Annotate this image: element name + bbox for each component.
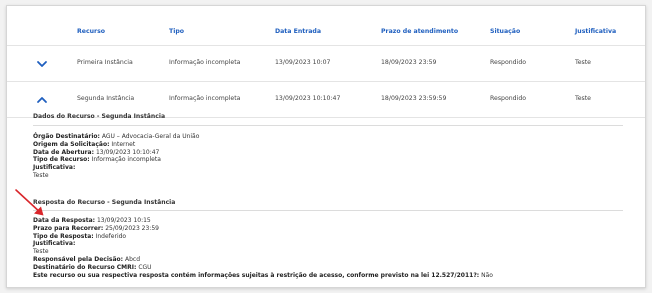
destinatario-label: Destinatário do Recurso CMRI: — [33, 263, 137, 271]
cell-recurso: Primeira Instância — [77, 59, 133, 66]
col-header-situacao[interactable]: Situação — [490, 28, 520, 35]
divider — [33, 125, 623, 126]
origem-value: Internet — [111, 140, 136, 148]
cell-justificativa: Teste — [575, 59, 591, 66]
cell-tipo: Informação incompleta — [169, 95, 241, 102]
tipo-recurso-value: Informação incompleta — [91, 156, 161, 164]
justificativa-value: Teste — [33, 171, 49, 179]
abertura-label: Data de Abertura: — [33, 148, 95, 156]
tipo-resposta-label: Tipo de Resposta: — [33, 232, 94, 240]
recursos-panel: Recurso Tipo Data Entrada Prazo de atend… — [6, 5, 646, 288]
cell-situacao: Respondido — [490, 95, 527, 102]
cell-justificativa: Teste — [575, 95, 591, 102]
justificativa-label: Justificativa: — [33, 164, 76, 172]
col-header-justificativa[interactable]: Justificativa — [575, 28, 616, 35]
data-resposta-label: Data da Resposta: — [33, 217, 96, 224]
resposta-justificativa-label: Justificativa: — [33, 240, 76, 248]
responsavel-value: Abcd — [124, 255, 141, 263]
table-row[interactable]: Primeira Instância Informação incompleta… — [7, 46, 645, 82]
dados-fields: Órgão Destinatário: AGU – Advocacia-Gera… — [33, 133, 199, 180]
resposta-justificativa-value: Teste — [33, 248, 49, 256]
destinatario-value: CGU — [138, 263, 152, 271]
cell-situacao: Respondido — [490, 59, 527, 66]
restricao-value: Não — [481, 271, 493, 279]
dados-title: Dados do Recurso - Segunda Instância — [33, 113, 166, 120]
orgao-label: Órgão Destinatário: — [33, 133, 100, 140]
chevron-down-icon[interactable] — [35, 56, 49, 70]
abertura-value: 13/09/2023 10:10:47 — [95, 148, 160, 156]
cell-data-entrada: 13/09/2023 10:10:47 — [275, 95, 341, 102]
origem-label: Origem da Solicitação: — [33, 140, 110, 148]
divider — [33, 210, 623, 211]
cell-recurso: Segunda Instância — [77, 95, 135, 102]
col-header-prazo[interactable]: Prazo de atendimento — [381, 28, 458, 35]
responsavel-label: Responsável pela Decisão: — [33, 255, 124, 263]
chevron-up-icon[interactable] — [35, 92, 49, 106]
prazo-recorrer-value: 25/09/2023 23:59 — [105, 224, 159, 232]
tipo-recurso-label: Tipo de Recurso: — [33, 156, 90, 164]
cell-tipo: Informação incompleta — [169, 59, 241, 66]
cell-prazo: 18/09/2023 23:59 — [381, 59, 437, 66]
col-header-recurso[interactable]: Recurso — [77, 28, 105, 35]
resposta-section: Resposta do Recurso - Segunda Instância — [33, 199, 175, 207]
tipo-resposta-value: Indeferido — [95, 232, 127, 240]
resposta-fields: Data da Resposta: 13/09/2023 10:15 Prazo… — [33, 217, 493, 279]
dados-section: Dados do Recurso - Segunda Instância — [33, 113, 165, 121]
restricao-label: Este recurso ou sua respectiva resposta … — [33, 271, 480, 279]
data-resposta-value: 13/09/2023 10:15 — [96, 217, 151, 224]
col-header-data-entrada[interactable]: Data Entrada — [275, 28, 321, 35]
cell-data-entrada: 13/09/2023 10:07 — [275, 59, 331, 66]
orgao-value: AGU – Advocacia-Geral da União — [101, 133, 200, 140]
resposta-title: Resposta do Recurso - Segunda Instância — [33, 199, 176, 206]
col-header-tipo[interactable]: Tipo — [169, 28, 184, 35]
table-header: Recurso Tipo Data Entrada Prazo de atend… — [7, 6, 645, 46]
red-arrow-icon — [15, 189, 44, 216]
cell-prazo: 18/09/2023 23:59:59 — [381, 95, 447, 102]
prazo-recorrer-label: Prazo para Recorrer: — [33, 224, 104, 232]
